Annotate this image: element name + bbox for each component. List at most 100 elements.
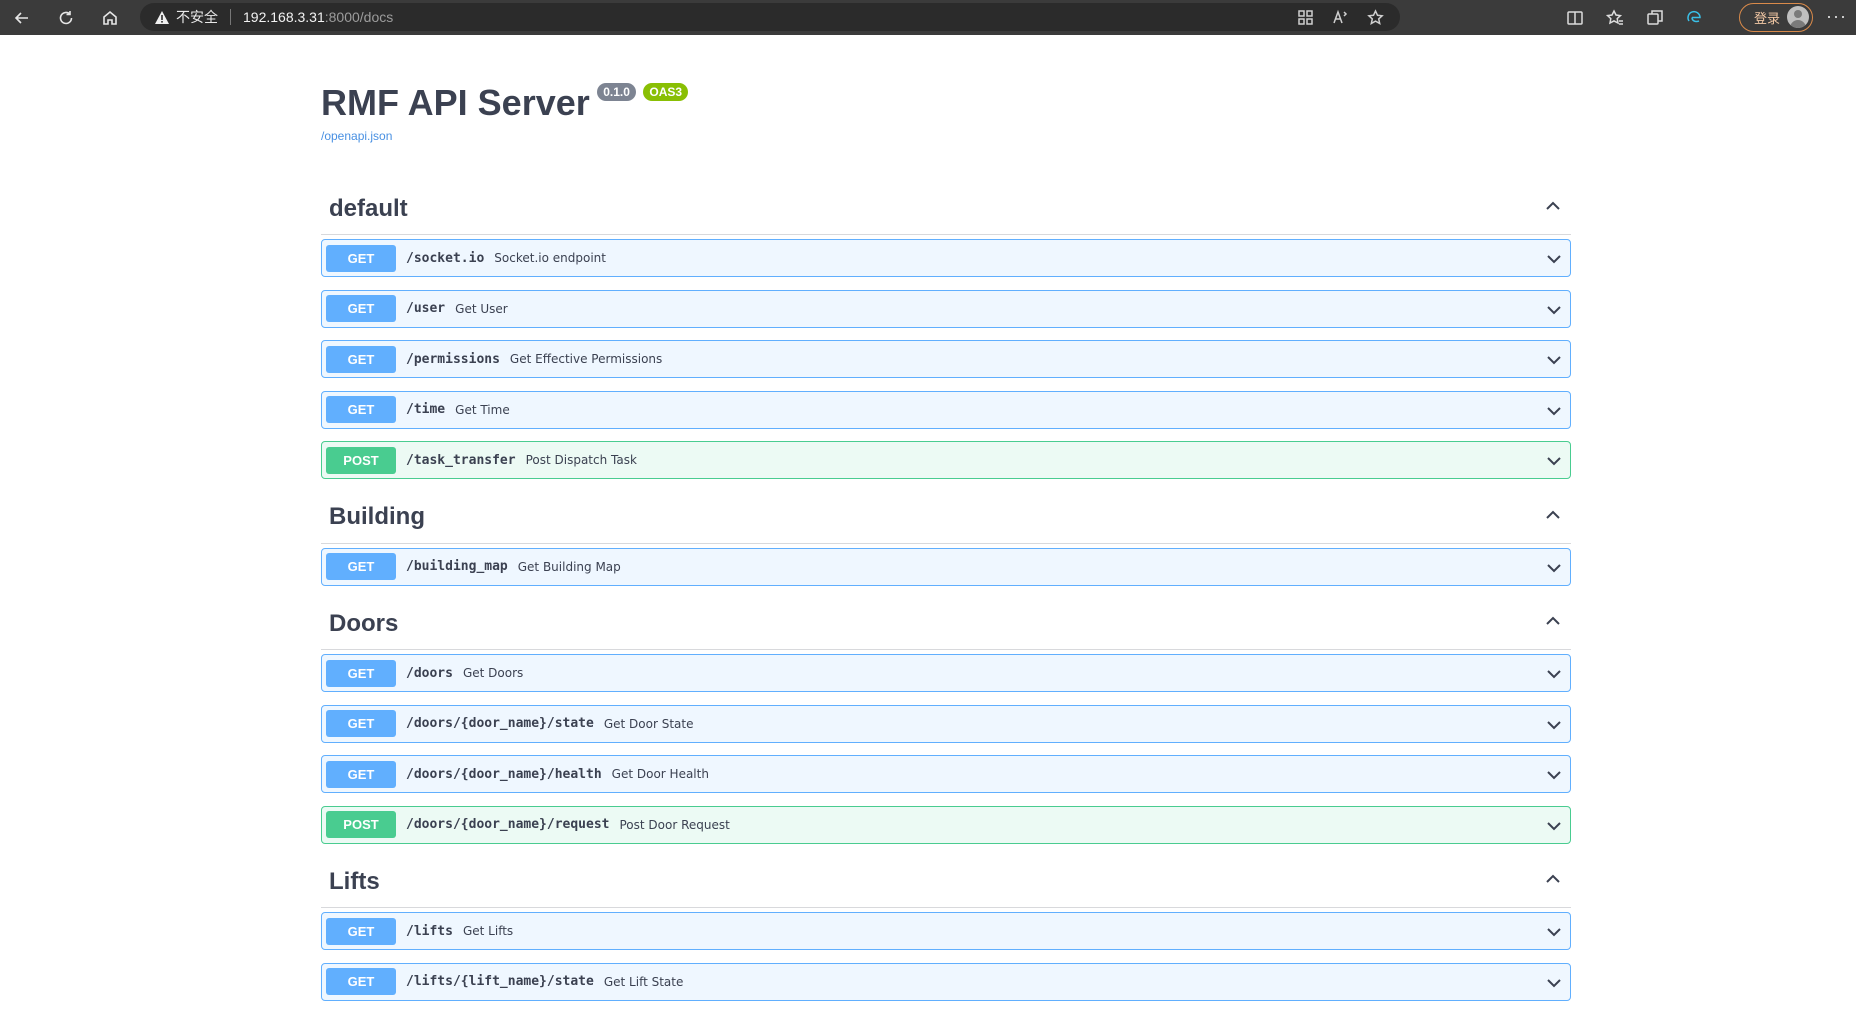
operation-summary: Get Building Map xyxy=(517,559,621,574)
operation-row[interactable]: GET/user Get User xyxy=(321,289,1571,328)
operation-path: /doors/{door_name}/state xyxy=(406,716,594,731)
avatar xyxy=(1787,6,1809,28)
method-badge: GET xyxy=(326,295,396,322)
operation-row[interactable]: GET/socket.io Socket.io endpoint xyxy=(321,239,1571,277)
operation-row[interactable]: GET/building_map Get Building Map xyxy=(321,547,1571,586)
chevron-up-icon[interactable] xyxy=(1545,613,1561,634)
operation-row[interactable]: GET/permissions Get Effective Permissions xyxy=(321,340,1571,378)
operation-summary: Socket.io endpoint xyxy=(494,251,606,265)
favorites-icon[interactable] xyxy=(1606,8,1624,27)
chevron-up-icon[interactable] xyxy=(1545,871,1561,892)
page-title: RMF API Server xyxy=(321,82,590,123)
api-info: RMF API Server 0.1.0 OAS3 /openapi.json xyxy=(321,83,1571,143)
method-badge: GET xyxy=(326,968,396,995)
operation-row[interactable]: POST/task_transfer Post Dispatch Task xyxy=(321,441,1571,479)
tag-name[interactable]: Lifts xyxy=(329,868,380,896)
tag-section: Doors GET/doors Get Doors GET/doors/{door_n… xyxy=(321,598,1571,844)
back-button[interactable] xyxy=(2,0,42,35)
read-aloud-icon[interactable] xyxy=(1332,9,1349,26)
method-badge: GET xyxy=(326,760,396,788)
browser-toolbar: 不安全 192.168.3.31 :8000/docs 登录 ··· xyxy=(0,0,1856,35)
home-button[interactable] xyxy=(90,0,130,35)
url-separator xyxy=(230,9,231,25)
url-path: :8000/docs xyxy=(324,9,394,25)
tag-section: Building GET/building_map Get Building Map xyxy=(321,492,1571,586)
operation-summary: Get User xyxy=(455,301,508,316)
address-bar[interactable]: 不安全 192.168.3.31 :8000/docs xyxy=(140,3,1400,31)
url-host: 192.168.3.31 xyxy=(243,9,325,25)
operation-summary: Get Effective Permissions xyxy=(509,352,663,366)
operation-row[interactable]: GET/doors/{door_name}/state Get Door Stat… xyxy=(321,704,1571,743)
operation-row[interactable]: GET/doors Get Doors xyxy=(321,654,1571,692)
method-badge: GET xyxy=(326,710,396,737)
chevron-down-icon[interactable] xyxy=(1546,767,1562,788)
split-screen-icon[interactable] xyxy=(1566,9,1584,27)
openapi-spec-link[interactable]: /openapi.json xyxy=(321,129,392,143)
chevron-down-icon[interactable] xyxy=(1546,403,1562,424)
home-icon xyxy=(103,10,117,25)
method-badge: GET xyxy=(326,244,396,272)
method-badge: GET xyxy=(326,553,396,580)
operation-row[interactable]: GET/doors/{door_name}/health Get Door Hea… xyxy=(321,755,1571,793)
chevron-down-icon[interactable] xyxy=(1546,251,1562,272)
security-warning-text[interactable]: 不安全 xyxy=(176,7,218,27)
operation-summary: Get Door State xyxy=(603,716,694,731)
method-badge: GET xyxy=(326,659,396,687)
operation-row[interactable]: GET/time Get Time xyxy=(321,390,1571,429)
operation-summary: Get Door Health xyxy=(611,767,709,781)
tag-name[interactable]: default xyxy=(329,195,408,223)
chevron-down-icon[interactable] xyxy=(1546,453,1562,474)
back-arrow-icon xyxy=(14,11,28,24)
tag-header[interactable]: default xyxy=(321,183,1571,235)
operation-path: /doors xyxy=(406,665,453,681)
swagger-ui: RMF API Server 0.1.0 OAS3 /openapi.json … xyxy=(321,35,1571,1013)
edge-browser-icon[interactable] xyxy=(1686,9,1704,27)
operation-summary: Post Dispatch Task xyxy=(525,453,637,467)
app-grid-icon[interactable] xyxy=(1297,9,1314,26)
browser-actions xyxy=(1566,0,1704,35)
tag-section: Lifts GET/lifts Get Lifts GET/lifts/{lift_n… xyxy=(321,856,1571,1001)
collections-icon[interactable] xyxy=(1646,9,1664,27)
operation-row[interactable]: GET/lifts Get Lifts xyxy=(321,912,1571,950)
more-menu-button[interactable]: ··· xyxy=(1826,6,1847,27)
method-badge: GET xyxy=(326,917,396,945)
operation-summary: Get Lift State xyxy=(603,974,684,989)
tag-header[interactable]: Lifts xyxy=(321,856,1571,908)
tag-header[interactable]: Building xyxy=(321,492,1571,544)
refresh-icon xyxy=(59,10,73,24)
chevron-down-icon[interactable] xyxy=(1546,717,1562,738)
operations-list: default GET/socket.io Socket.io endpoint GE… xyxy=(321,183,1571,1001)
operation-path: /user xyxy=(406,301,446,316)
operation-path: /doors/{door_name}/health xyxy=(406,766,602,782)
tag-name[interactable]: Building xyxy=(329,503,425,531)
chevron-up-icon[interactable] xyxy=(1545,507,1561,528)
operation-row[interactable]: POST/doors/{door_name}/request Post Door … xyxy=(321,805,1571,844)
method-badge: GET xyxy=(326,396,396,423)
warning-icon xyxy=(155,10,169,24)
refresh-button[interactable] xyxy=(46,0,86,35)
version-badge: 0.1.0 xyxy=(597,83,636,101)
method-badge: POST xyxy=(326,446,396,474)
login-label: 登录 xyxy=(1754,11,1781,26)
chevron-down-icon[interactable] xyxy=(1546,666,1562,687)
operation-row[interactable]: GET/lifts/{lift_name}/state Get Lift Stat… xyxy=(321,962,1571,1001)
chevron-down-icon[interactable] xyxy=(1546,924,1562,945)
login-button[interactable]: 登录 xyxy=(1739,3,1813,32)
tag-header[interactable]: Doors xyxy=(321,598,1571,650)
chevron-down-icon[interactable] xyxy=(1546,560,1562,581)
chevron-down-icon[interactable] xyxy=(1546,302,1562,323)
tag-name[interactable]: Doors xyxy=(329,610,398,638)
favorite-star-icon[interactable] xyxy=(1367,8,1384,26)
operation-summary: Get Doors xyxy=(462,666,524,680)
chevron-down-icon[interactable] xyxy=(1546,975,1562,996)
operation-path: /doors/{door_name}/request xyxy=(406,817,610,832)
chevron-down-icon[interactable] xyxy=(1546,818,1562,839)
method-badge: GET xyxy=(326,345,396,373)
oas-badge: OAS3 xyxy=(643,83,689,101)
chevron-up-icon[interactable] xyxy=(1545,198,1561,219)
chevron-down-icon[interactable] xyxy=(1546,352,1562,373)
operation-path: /building_map xyxy=(406,559,508,574)
operation-summary: Get Time xyxy=(455,402,510,417)
operation-path: /lifts xyxy=(406,923,453,939)
tag-section: default GET/socket.io Socket.io endpoint GE… xyxy=(321,183,1571,479)
